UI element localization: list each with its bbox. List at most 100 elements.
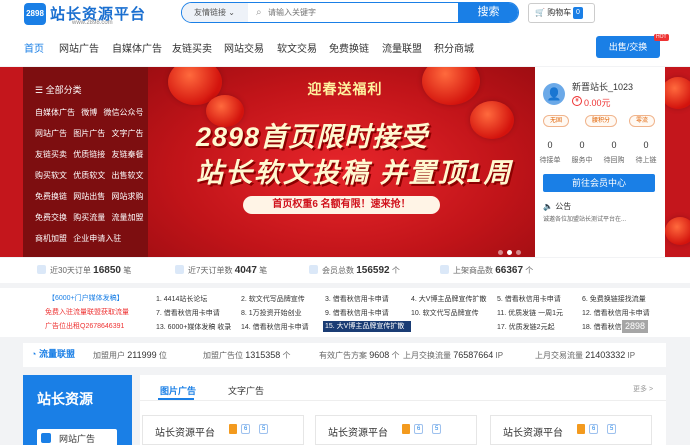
- category-row[interactable]: 购买软文 优质软文 出售软文: [35, 170, 143, 181]
- resource-sidebar-item[interactable]: 网站广告: [37, 429, 117, 445]
- union-stat-number: 211999: [127, 350, 157, 360]
- union-title-label: 流量联盟: [38, 349, 75, 359]
- cart-button[interactable]: 🛒 购物车 0: [528, 3, 595, 23]
- nav-site-trade[interactable]: 网站交易: [224, 40, 264, 55]
- nav-home[interactable]: 首页: [24, 40, 44, 55]
- link-join-union[interactable]: 免费入驻流量联盟获取流量: [45, 307, 129, 317]
- search-input[interactable]: [268, 5, 448, 20]
- union-stat-prefix: 上月交易流量: [535, 351, 583, 360]
- stat-unit: 个: [525, 266, 534, 275]
- link-media-publish[interactable]: 【6000+门户媒体发稿】: [48, 293, 124, 303]
- user-panel: 👤 新晋站长_1023 ¥ 0.00元 无固 腰积分 零流 0 0 0 0 待接…: [535, 67, 665, 257]
- carousel-dot[interactable]: [516, 250, 521, 255]
- listing-title: 站长资源平台: [328, 428, 388, 439]
- nav-traffic-union[interactable]: 流量联盟: [382, 40, 422, 55]
- nav-points-mall[interactable]: 积分商城: [434, 40, 474, 55]
- category-row[interactable]: 网站广告 图片广告 文字广告: [35, 128, 143, 139]
- text-link[interactable]: 8. 1万投资开始创业: [241, 308, 321, 318]
- listing-card[interactable]: 站长资源平台 6 5: [490, 415, 652, 445]
- username: 新晋站长_1023: [572, 82, 634, 92]
- site-stats-bar: 近30天订单 16850 笔 近7天订单数 4047 笔 会员总数 156592…: [0, 258, 690, 283]
- search-bar: 友情链接 ⌄ ⌕ 搜索: [181, 2, 519, 23]
- banner-headline-1: 2898首页限时接受: [196, 122, 429, 152]
- tag-badge[interactable]: 无固: [543, 115, 569, 127]
- listing-card[interactable]: 站长资源平台 6 5: [315, 415, 477, 445]
- text-link[interactable]: 12. 借看秋信用卡申请: [582, 308, 672, 318]
- weight-badge: 6: [589, 424, 599, 434]
- banner-headline-2: 站长软文投稿 并置顶1周: [196, 158, 513, 188]
- union-title[interactable]: ◔ 流量联盟: [31, 347, 75, 360]
- sell-exchange-button[interactable]: 出售/交换 HOT: [596, 34, 669, 58]
- union-stat: 有效广告方案 9608 个: [319, 350, 400, 361]
- stat-label: 服务中: [571, 157, 593, 164]
- tag-badge[interactable]: 腰积分: [585, 115, 617, 127]
- text-link[interactable]: 10. 软文代写品牌宣传: [411, 308, 495, 318]
- resource-sidebar-title: 站长资源: [37, 391, 93, 407]
- union-stat-number: 9608: [369, 350, 390, 360]
- rank-badge: 5: [432, 424, 442, 434]
- search-category-select[interactable]: 友情链接 ⌄: [182, 3, 248, 22]
- link-ad-rent[interactable]: 广告位出租Q2678646391: [45, 321, 124, 331]
- text-link[interactable]: 1. 4414站长论坛: [156, 294, 236, 304]
- text-link[interactable]: 4. 大V博主品牌宣传扩散: [411, 294, 495, 304]
- rank-badge: 5: [259, 424, 269, 434]
- tab-text-ads[interactable]: 文字广告: [228, 384, 264, 397]
- stat-value[interactable]: 0: [632, 140, 660, 150]
- stat-label: 待回购: [603, 157, 625, 164]
- stat-value[interactable]: 0: [536, 140, 564, 150]
- logo-badge[interactable]: 2898: [24, 3, 46, 25]
- tab-divider: [140, 400, 666, 401]
- stat-prefix: 近7天订单数: [188, 266, 233, 275]
- nav-article-trade[interactable]: 软文交易: [277, 40, 317, 55]
- cart-icon: 🛒: [535, 8, 545, 17]
- category-row[interactable]: 自媒体广告 微博 微信公众号: [35, 107, 143, 118]
- orders-icon: [175, 265, 184, 274]
- text-link[interactable]: 6. 免费换链接找流量: [582, 294, 672, 304]
- text-link[interactable]: 13. 6000+媒体发稿 收录: [156, 322, 236, 332]
- stat-value[interactable]: 0: [600, 140, 628, 150]
- text-link[interactable]: 9. 借看秋信用卡申请: [325, 308, 407, 318]
- nav-site-ads[interactable]: 网站广告: [59, 40, 99, 55]
- cart-label: 购物车: [547, 8, 572, 17]
- text-link[interactable]: 11. 优质发链 一周1元: [497, 308, 579, 318]
- text-link-highlighted[interactable]: 15. 大V博主品牌宣传扩散: [323, 321, 411, 332]
- stat-prefix: 会员总数: [322, 266, 354, 275]
- notice-text[interactable]: 诚邀各位加盟站长测试平台在...: [543, 214, 661, 223]
- nav-link-trade[interactable]: 友链买卖: [172, 40, 212, 55]
- more-link[interactable]: 更多 >: [633, 384, 653, 394]
- text-link[interactable]: 7. 借看秋信用卡申请: [156, 308, 236, 318]
- nav-media-ads[interactable]: 自媒体广告: [112, 40, 162, 55]
- category-row[interactable]: 友链买卖 优质链接 友链秦餐: [35, 149, 143, 160]
- resource-sidebar: 站长资源 网站广告: [23, 375, 132, 445]
- top-header: 2898 站长资源平台 www.2898.com 友情链接 ⌄ ⌕ 搜索 🛒 购…: [0, 0, 690, 30]
- category-row[interactable]: 商机加盟 企业申请入驻: [35, 233, 121, 244]
- logo-url: www.2898.com: [72, 20, 113, 26]
- lantern-icon: [470, 101, 514, 139]
- text-link[interactable]: 5. 借看秋信用卡申请: [497, 294, 579, 304]
- banner-subtitle: 迎春送福利: [307, 81, 383, 97]
- text-link[interactable]: 17. 优质发链2元起: [497, 322, 579, 332]
- member-center-button[interactable]: 前往会员中心: [543, 174, 655, 192]
- coin-icon: ¥: [572, 96, 582, 106]
- category-title[interactable]: ☰ 全部分类: [35, 83, 82, 96]
- text-link[interactable]: 18. 借看秋信用卡申请: [582, 322, 622, 332]
- listing-card[interactable]: 站长资源平台 6 5: [142, 415, 304, 445]
- tag-badge[interactable]: 零流: [629, 115, 655, 127]
- carousel-dot[interactable]: [498, 250, 503, 255]
- category-row[interactable]: 免费换链 网站出售 网站求购: [35, 191, 143, 202]
- avatar[interactable]: 👤: [543, 83, 565, 105]
- carousel-dot-active[interactable]: [507, 250, 512, 255]
- stat-prefix: 近30天订单: [50, 266, 91, 275]
- resource-sidebar-item-label: 网站广告: [59, 434, 96, 444]
- category-row[interactable]: 免费交换 购买流量 流量加盟: [35, 212, 143, 223]
- text-link[interactable]: 14. 借看秋信用卡申请: [241, 322, 321, 332]
- union-stat-unit: IP: [495, 351, 504, 360]
- text-link[interactable]: 3. 借看秋信用卡申请: [325, 294, 407, 304]
- union-stat-unit: 位: [158, 351, 167, 360]
- tab-image-ads[interactable]: 图片广告: [160, 384, 196, 397]
- notice-title-label: 公告: [555, 202, 572, 211]
- search-button[interactable]: 搜索: [458, 3, 518, 22]
- text-link[interactable]: 2. 软文代写品牌宣传: [241, 294, 321, 304]
- nav-free-link[interactable]: 免费换链: [329, 40, 369, 55]
- stat-value[interactable]: 0: [568, 140, 596, 150]
